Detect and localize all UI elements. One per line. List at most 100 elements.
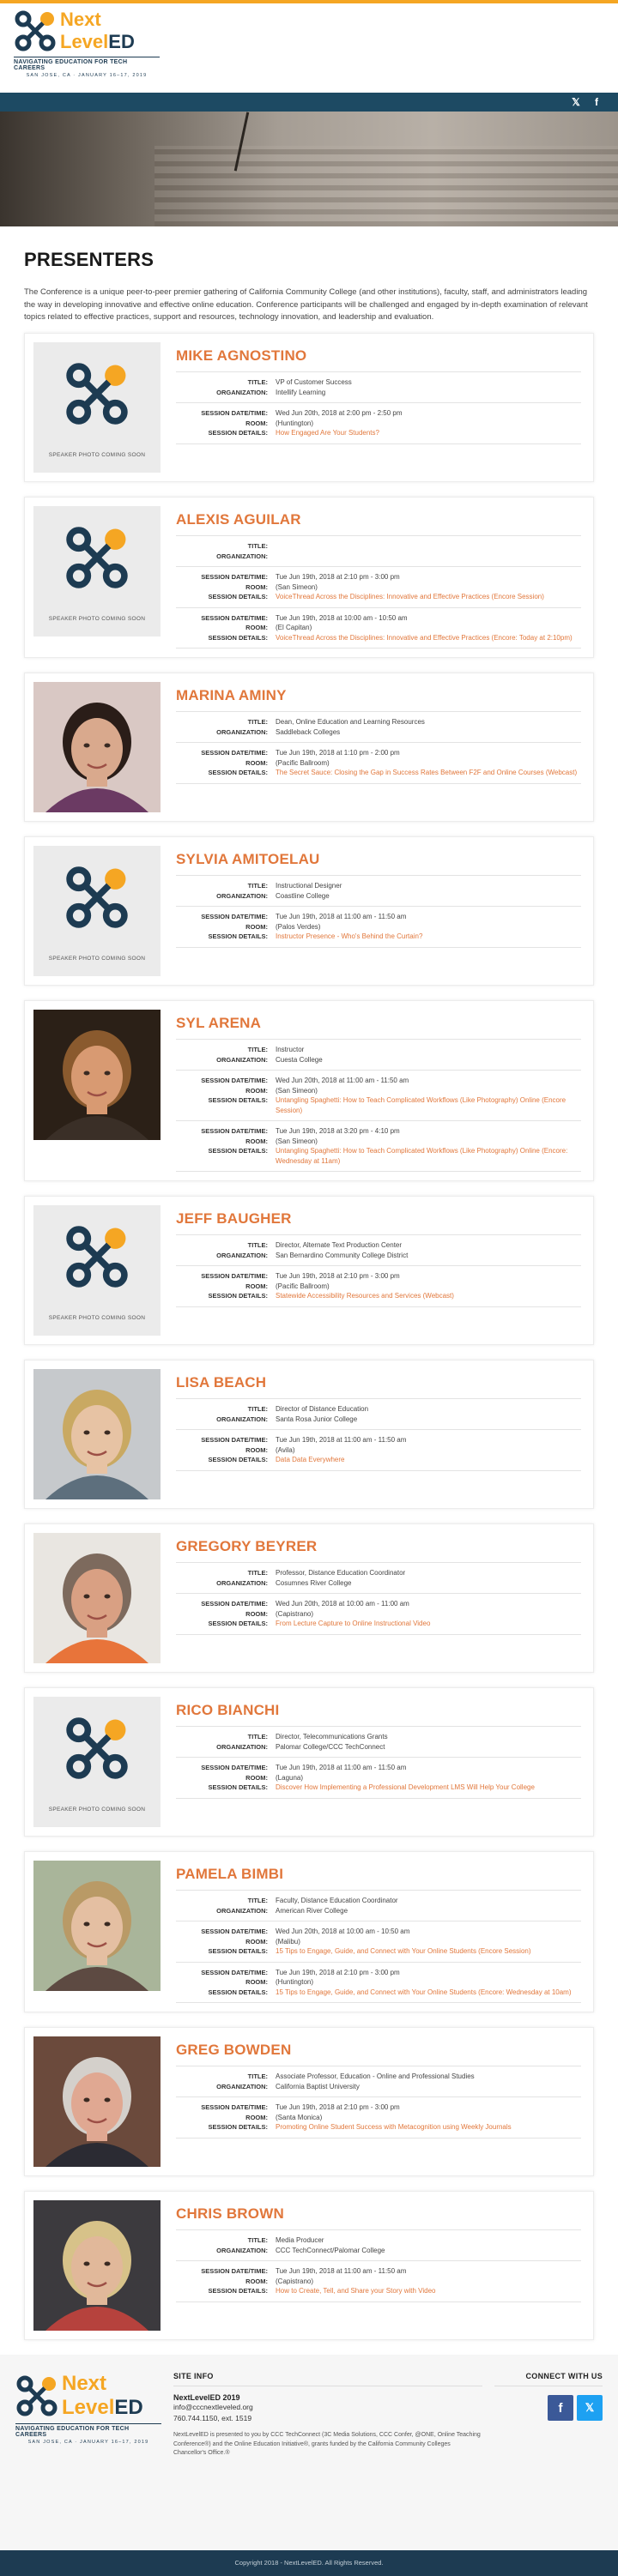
presenter-name: JEFF BAUGHER <box>176 1205 581 1236</box>
footer-phone: 760.744.1150, ext. 1519 <box>173 2413 252 2422</box>
presenter-organization-row: ORGANIZATION: Coastline College <box>176 891 581 902</box>
presenter-title-block: TITLE: Faculty, Distance Education Coordi… <box>176 1891 581 1922</box>
presenter-title-block: TITLE: Director of Distance Education ORGA… <box>176 1399 581 1431</box>
presenter-name: PAMELA BIMBI <box>176 1861 581 1891</box>
session-details-link-row: SESSION DETAILS: Untangling Spaghetti: Ho… <box>176 1146 581 1166</box>
twitter-icon[interactable]: 𝕏 <box>570 96 582 108</box>
presenter-title: Media Producer <box>276 2236 324 2245</box>
photo-coming-soon-label: SPEAKER PHOTO COMING SOON <box>48 452 146 459</box>
session-details-link[interactable]: Untangling Spaghetti: How to Teach Compl… <box>276 1146 581 1166</box>
logo-text-leveled: LevelED <box>60 31 135 52</box>
session-room-row: ROOM: (Capistrano) <box>176 1609 581 1620</box>
session-details-link[interactable]: From Lecture Capture to Online Instructi… <box>276 1619 581 1629</box>
presenter-title <box>276 541 581 552</box>
footer-logo-text-leveled: LevelED <box>62 2396 143 2420</box>
presenter-title-label: TITLE: <box>247 1405 268 1414</box>
session-details-link-row: SESSION DETAILS: Untangling Spaghetti: Ho… <box>176 1095 581 1115</box>
footer-logo-text-next: Next <box>62 2372 107 2396</box>
session-details-link[interactable]: How to Create, Tell, and Share your Stor… <box>276 2286 581 2296</box>
session-details-link[interactable]: VoiceThread Across the Disciplines: Inno… <box>276 592 581 602</box>
session-datetime-label: SESSION DATE/TIME: <box>201 2103 268 2112</box>
session-details-link[interactable]: Instructor Presence - Who's Behind the C… <box>276 932 581 942</box>
presenter-title-block: TITLE: ORGANIZATION: <box>176 536 581 568</box>
presenter-organization-row: ORGANIZATION: Santa Rosa Junior College <box>176 1415 581 1425</box>
footer-twitter-button[interactable]: 𝕏 <box>577 2395 603 2422</box>
presenter-title-label: TITLE: <box>247 378 268 387</box>
presenter-name: MIKE AGNOSTINO <box>176 342 581 373</box>
speaker-photo-placeholder: SPEAKER PHOTO COMING SOON <box>33 1205 161 1336</box>
session-details-link-label: SESSION DETAILS: <box>208 429 268 437</box>
session-details-link[interactable]: 15 Tips to Engage, Guide, and Connect wi… <box>276 1946 581 1957</box>
presenter-title-label: TITLE: <box>247 2072 268 2081</box>
footer-logo-dateline: SAN JOSE, CA · JANUARY 16–17, 2019 <box>27 2440 149 2446</box>
presenter-title-label: TITLE: <box>247 1897 268 1905</box>
session-details-link-label: SESSION DETAILS: <box>208 593 268 601</box>
presenter-card: SYL ARENA TITLE: Instructor ORGANIZATION: Cu… <box>24 1000 594 1182</box>
session-details-link[interactable]: Untangling Spaghetti: How to Teach Compl… <box>276 1095 581 1115</box>
presenter-card: LISA BEACH TITLE: Director of Distance Edu… <box>24 1360 594 1510</box>
session-room: (El Capitan) <box>276 624 312 632</box>
presenter-title: Professor, Distance Education Coordinato… <box>276 1569 406 1578</box>
session-details-link[interactable]: How Engaged Are Your Students? <box>276 428 581 438</box>
logo-tagline: NAVIGATING EDUCATION FOR TECH CAREERS <box>14 57 160 71</box>
session-details-link-row: SESSION DETAILS: How to Create, Tell, and… <box>176 2286 581 2296</box>
session-details-link[interactable]: VoiceThread Across the Disciplines: Inno… <box>276 633 581 643</box>
footer-facebook-button[interactable]: f <box>548 2395 573 2422</box>
session-room-row: ROOM: (San Simeon) <box>176 1086 581 1096</box>
session-details-link[interactable]: 15 Tips to Engage, Guide, and Connect wi… <box>276 1988 581 1998</box>
presenter-organization-row: ORGANIZATION: Intellify Learning <box>176 388 581 398</box>
intro-paragraph: The Conference is a unique peer-to-peer … <box>24 287 588 323</box>
session-details-link-row: SESSION DETAILS: The Secret Sauce: Closin… <box>176 768 581 778</box>
session-datetime: Tue Jun 19th, 2018 at 11:00 am - 11:50 a… <box>276 1764 407 1772</box>
session-details-link[interactable]: Statewide Accessibility Resources and Se… <box>276 1291 581 1301</box>
session-details-link[interactable]: Promoting Online Student Success with Me… <box>276 2122 581 2133</box>
logo-mark-icon <box>64 1224 130 1289</box>
session-datetime-label: SESSION DATE/TIME: <box>201 1968 268 1976</box>
presenter-organization-row: ORGANIZATION: CCC TechConnect/Palomar Col… <box>176 2246 581 2256</box>
session-datetime-label: SESSION DATE/TIME: <box>201 913 268 921</box>
session-room-label: ROOM: <box>245 1137 268 1145</box>
session-datetime-label: SESSION DATE/TIME: <box>201 1127 268 1136</box>
presenter-title-row: TITLE: Instructor <box>176 1045 581 1055</box>
logo-mark-icon <box>64 865 130 930</box>
session-datetime: Wed Jun 20th, 2018 at 11:00 am - 11:50 a… <box>276 1077 409 1085</box>
session-datetime-row: SESSION DATE/TIME: Tue Jun 19th, 2018 at … <box>176 1126 581 1137</box>
presenter-title-row: TITLE: Faculty, Distance Education Coordi… <box>176 1896 581 1906</box>
presenter-info: GREG BOWDEN TITLE: Associate Professor, Ed… <box>161 2036 585 2167</box>
presenter-info: MARINA AMINY TITLE: Dean, Online Education… <box>161 682 585 812</box>
session-datetime: Tue Jun 19th, 2018 at 2:10 pm - 3:00 pm <box>276 1968 400 1976</box>
facebook-icon[interactable]: f <box>591 96 603 108</box>
session-details-link-row: SESSION DETAILS: From Lecture Capture to … <box>176 1619 581 1629</box>
presenter-title-row: TITLE: VP of Customer Success <box>176 377 581 388</box>
session-block: SESSION DATE/TIME: Tue Jun 19th, 2018 at … <box>176 1121 581 1173</box>
session-datetime-row: SESSION DATE/TIME: Tue Jun 19th, 2018 at … <box>176 1435 581 1445</box>
session-details-link-label: SESSION DETAILS: <box>208 1292 268 1300</box>
session-datetime-row: SESSION DATE/TIME: Wed Jun 20th, 2018 at … <box>176 1076 581 1086</box>
footer-logo[interactable]: Next LevelED NAVIGATING EDUCATION FOR TE… <box>15 2372 161 2542</box>
logo-text-next: Next <box>60 9 101 30</box>
presenter-info: CHRIS BROWN TITLE: Media Producer ORGANIZAT… <box>161 2200 585 2331</box>
speaker-photo <box>33 682 161 813</box>
session-details-link-row: SESSION DETAILS: 15 Tips to Engage, Guide… <box>176 1988 581 1998</box>
presenter-title-row: TITLE: Director, Telecommunications Grant… <box>176 1732 581 1742</box>
footer-connect: CONNECT WITH US f 𝕏 <box>482 2372 603 2542</box>
session-room-label: ROOM: <box>245 582 268 591</box>
session-block: SESSION DATE/TIME: Wed Jun 20th, 2018 at … <box>176 403 581 444</box>
footer-email-link[interactable]: info@cccnextleveled.org <box>173 2402 482 2413</box>
presenter-title: Director, Telecommunications Grants <box>276 1733 388 1741</box>
presenter-title: Director of Distance Education <box>276 1405 369 1414</box>
session-block: SESSION DATE/TIME: Tue Jun 19th, 2018 at … <box>176 1266 581 1307</box>
presenter-title-label: TITLE: <box>247 542 268 551</box>
session-details-link[interactable]: Discover How Implementing a Professional… <box>276 1783 581 1793</box>
site-logo[interactable]: Next LevelED <box>14 9 168 53</box>
auditorium-seats <box>154 146 618 226</box>
session-details-link[interactable]: Data Data Everywhere <box>276 1455 581 1465</box>
footer-site-info: SITE INFO NextLevelED 2019 info@cccnextl… <box>161 2372 482 2542</box>
session-details-link[interactable]: The Secret Sauce: Closing the Gap in Suc… <box>276 768 581 778</box>
presenter-title: Dean, Online Education and Learning Reso… <box>276 718 425 727</box>
session-datetime-row: SESSION DATE/TIME: Tue Jun 19th, 2018 at … <box>176 2102 581 2113</box>
session-room-row: ROOM: (San Simeon) <box>176 582 581 593</box>
session-room-row: ROOM: (Capistrano) <box>176 2277 581 2287</box>
session-datetime-label: SESSION DATE/TIME: <box>201 1927 268 1936</box>
session-datetime: Tue Jun 19th, 2018 at 10:00 am - 10:50 a… <box>276 613 408 622</box>
